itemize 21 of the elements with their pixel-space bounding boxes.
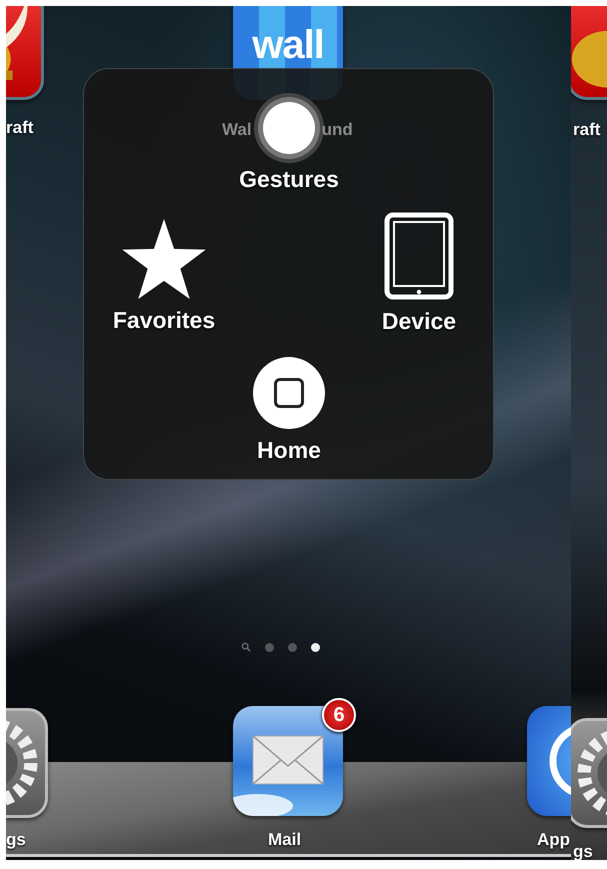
- menu-item-label[interactable]: Favorites: [112, 307, 216, 334]
- gestures-icon[interactable]: [263, 102, 315, 154]
- menu-item-label[interactable]: Home: [257, 437, 321, 464]
- page-dot[interactable]: [311, 642, 320, 652]
- app-label: gs: [6, 830, 26, 850]
- app-label: raft: [6, 118, 34, 138]
- page-dot[interactable]: [265, 642, 274, 652]
- app-label: Mail: [268, 830, 302, 850]
- app-label: Wal: [222, 120, 252, 140]
- search-icon[interactable]: [241, 642, 251, 652]
- tablet-icon[interactable]: [384, 212, 454, 300]
- notification-badge: 6: [322, 698, 356, 732]
- menu-item-label[interactable]: Gestures: [239, 166, 339, 193]
- app-label: und: [322, 120, 353, 140]
- page-dot[interactable]: [288, 642, 297, 652]
- app-label: App: [537, 830, 570, 850]
- app-label: raft: [573, 120, 600, 140]
- star-icon[interactable]: [122, 219, 206, 299]
- mail-app-icon[interactable]: [233, 706, 343, 816]
- app-icon-text: wall: [252, 22, 324, 68]
- menu-item-label[interactable]: Device: [382, 308, 456, 335]
